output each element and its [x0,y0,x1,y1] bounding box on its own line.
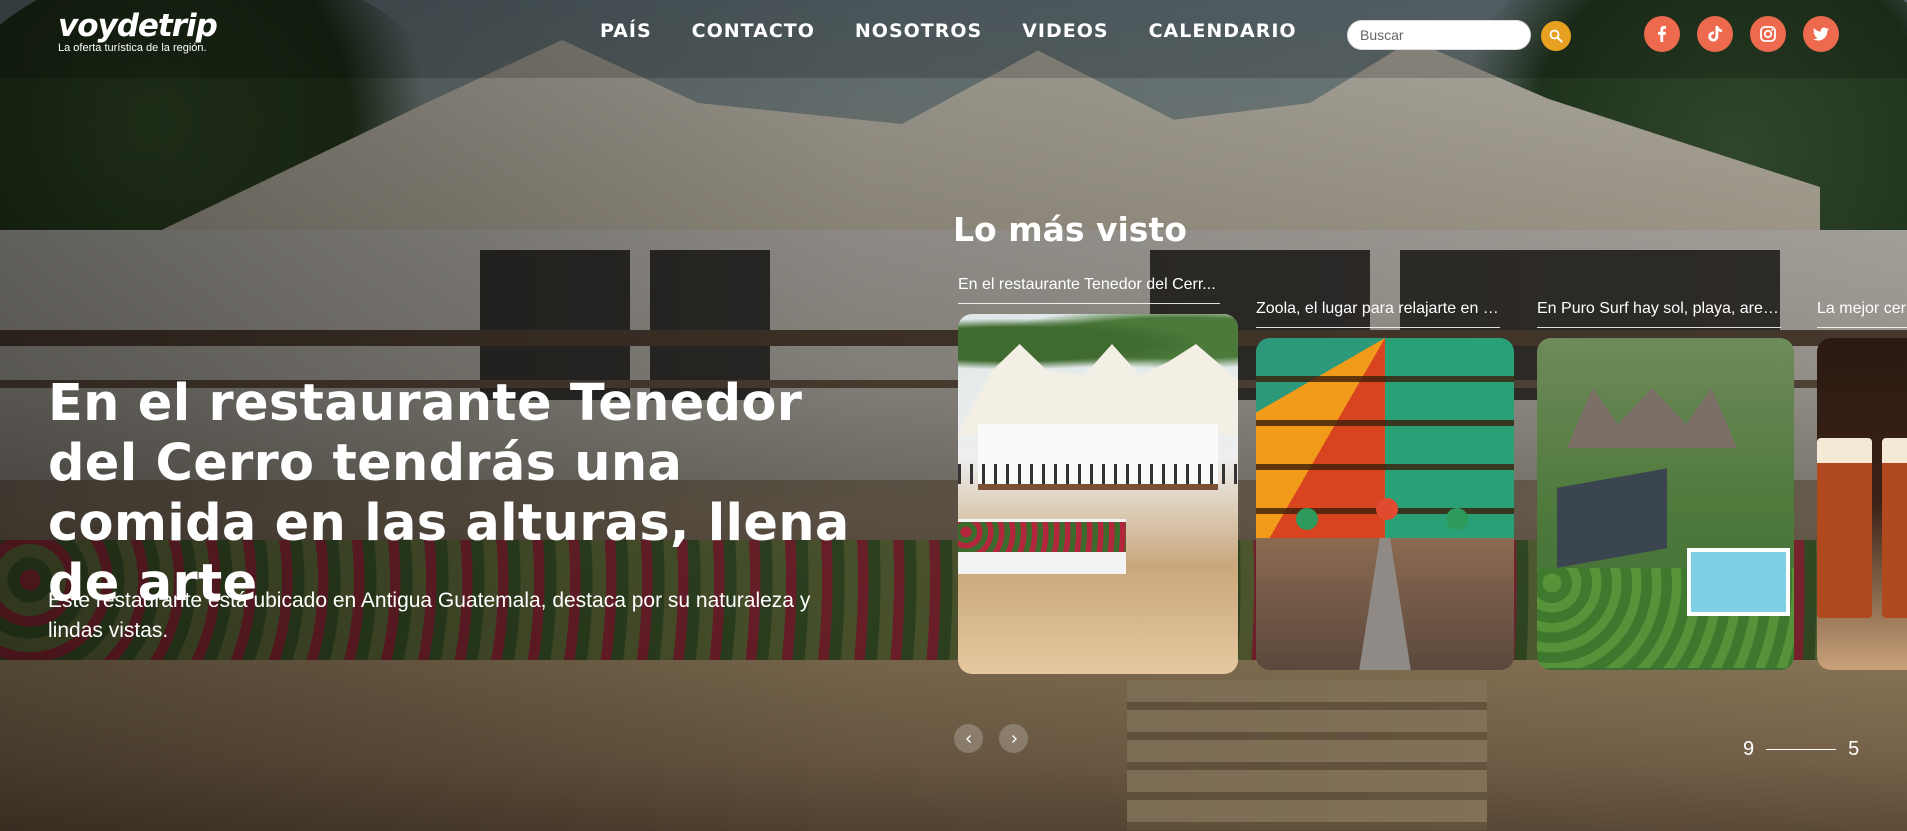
tiktok-icon [1708,26,1722,42]
nav-link-videos[interactable]: VIDEOS [1022,20,1108,42]
instagram-icon [1760,26,1776,42]
site-header: voydetrip La oferta turística de la regi… [0,0,1907,78]
slider-next-button[interactable] [999,724,1028,753]
social-links [1644,16,1839,52]
twitter-icon [1813,27,1829,41]
hero-description: Este restaurante está ubicado en Antigua… [48,589,811,642]
main-nav: PAÍS CONTACTO NOSOTROS VIDEOS CALENDARIO [600,20,1297,42]
logo-tagline: La oferta turística de la región. [58,42,207,54]
nav-link-nosotros[interactable]: NOSOTROS [855,20,982,42]
tiktok-button[interactable] [1697,16,1733,52]
card-caption[interactable]: En el restaurante Tenedor del Cerr... [958,276,1220,304]
most-viewed-card[interactable]: La mejor cer [1817,300,1907,670]
card-image[interactable] [1537,338,1794,670]
slide-counter-divider [1766,749,1837,750]
slider-prev-button[interactable] [954,724,983,753]
chevron-right-icon [1011,734,1017,743]
instagram-button[interactable] [1750,16,1786,52]
search-input[interactable] [1348,21,1532,49]
facebook-button[interactable] [1644,16,1680,52]
logo-wordmark: voydetrip [58,8,218,44]
search-icon [1549,29,1563,43]
most-viewed-card[interactable]: Zoola, el lugar para relajarte en el ... [1256,300,1514,670]
facebook-icon [1658,26,1666,42]
most-viewed-card[interactable]: En el restaurante Tenedor del Cerr... [958,276,1238,674]
card-image[interactable] [1256,338,1514,670]
card-caption[interactable]: Zoola, el lugar para relajarte en el ... [1256,300,1500,328]
card-image[interactable] [1817,338,1907,670]
card-caption[interactable]: En Puro Surf hay sol, playa, arena ... [1537,300,1781,328]
nav-link-pais[interactable]: PAÍS [600,20,652,42]
hero-title[interactable]: En el restaurante Tenedor del Cerro tend… [48,374,878,614]
site-logo[interactable]: voydetrip La oferta turística de la regi… [58,8,218,54]
slide-counter-total: 5 [1848,738,1860,760]
card-caption[interactable]: La mejor cer [1817,300,1907,328]
card-image[interactable] [958,314,1238,674]
nav-link-contacto[interactable]: CONTACTO [692,20,815,42]
nav-link-calendario[interactable]: CALENDARIO [1149,20,1297,42]
slide-counter: 9 5 [1743,738,1859,761]
chevron-left-icon [965,734,971,743]
search-box [1347,20,1532,50]
slide-counter-current: 9 [1743,738,1755,760]
twitter-button[interactable] [1803,16,1839,52]
search-button[interactable] [1541,21,1571,51]
most-viewed-card[interactable]: En Puro Surf hay sol, playa, arena ... [1537,300,1794,670]
most-viewed-title: Lo más visto [953,210,1187,249]
